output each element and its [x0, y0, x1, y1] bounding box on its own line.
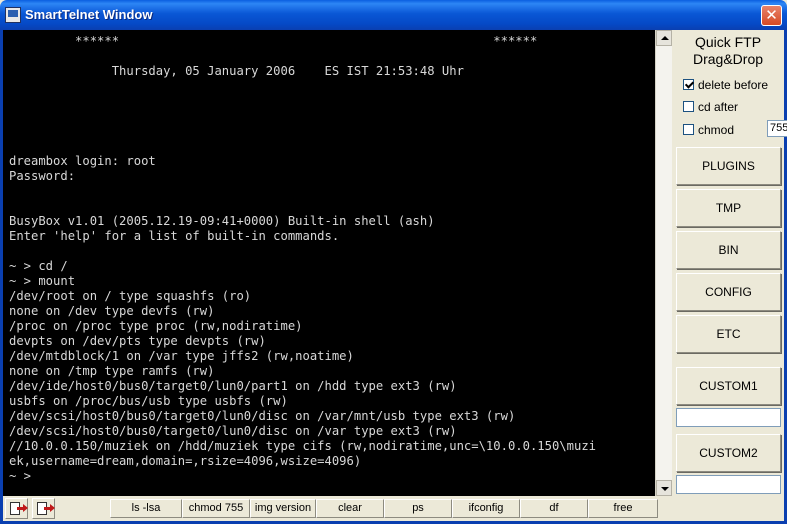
cmd-img-version-button[interactable]: img version [250, 499, 316, 518]
arrow-right-icon [17, 504, 28, 512]
upload-file-button[interactable] [5, 498, 28, 519]
cmd-chmod-button[interactable]: chmod 755 [182, 499, 250, 518]
quick-ftp-subtitle: Drag&Drop [692, 51, 764, 67]
command-bar: ls -lsa chmod 755 img version clear ps i… [3, 496, 784, 521]
cmd-df-button[interactable]: df [520, 499, 588, 518]
cmd-ifconfig-button[interactable]: ifconfig [452, 499, 520, 518]
delete-before-label: delete before [698, 77, 769, 92]
terminal-scrollbar[interactable] [655, 30, 672, 496]
cmd-clear-button[interactable]: clear [316, 499, 384, 518]
download-file-button[interactable] [32, 498, 55, 519]
telnet-app-icon[interactable] [5, 7, 21, 23]
terminal-text: ****** ****** Thursday, 05 January 2006 … [9, 34, 596, 483]
cmd-ps-button[interactable]: ps [384, 499, 452, 518]
chmod-option[interactable]: chmod [683, 122, 734, 138]
scroll-up-arrow-icon[interactable] [656, 30, 672, 46]
cmd-free-button[interactable]: free [588, 499, 658, 518]
custom1-input[interactable] [676, 408, 781, 427]
title-bar: SmartTelnet Window ✕ [0, 0, 787, 30]
chmod-checkbox[interactable] [683, 124, 694, 136]
quick-ftp-panel: Quick FTP Drag&Drop delete before cd aft… [672, 30, 787, 496]
custom1-button[interactable]: CUSTOM1 [676, 367, 781, 405]
scroll-down-arrow-icon[interactable] [656, 480, 672, 496]
config-button[interactable]: CONFIG [676, 273, 781, 311]
quick-ftp-title: Quick FTP [694, 34, 762, 50]
cd-after-checkbox[interactable] [683, 101, 694, 113]
plugins-button[interactable]: PLUGINS [676, 147, 781, 185]
chmod-value-field[interactable]: 755 [767, 120, 787, 137]
close-icon: ✕ [765, 6, 778, 24]
window-title: SmartTelnet Window [25, 7, 153, 22]
delete-before-option[interactable]: delete before [683, 77, 768, 93]
cd-after-label: cd after [698, 99, 739, 114]
chmod-label: chmod [698, 122, 735, 137]
etc-button[interactable]: ETC [676, 315, 781, 353]
custom2-input[interactable] [676, 475, 781, 494]
custom2-button[interactable]: CUSTOM2 [676, 434, 781, 472]
close-button[interactable]: ✕ [761, 5, 782, 26]
cd-after-option[interactable]: cd after [683, 99, 738, 115]
arrow-right-icon [44, 504, 55, 512]
bin-button[interactable]: BIN [676, 231, 781, 269]
cmd-ls-button[interactable]: ls -lsa [110, 499, 182, 518]
delete-before-checkbox[interactable] [683, 79, 694, 91]
terminal-output[interactable]: ****** ****** Thursday, 05 January 2006 … [3, 30, 655, 496]
tmp-button[interactable]: TMP [676, 189, 781, 227]
